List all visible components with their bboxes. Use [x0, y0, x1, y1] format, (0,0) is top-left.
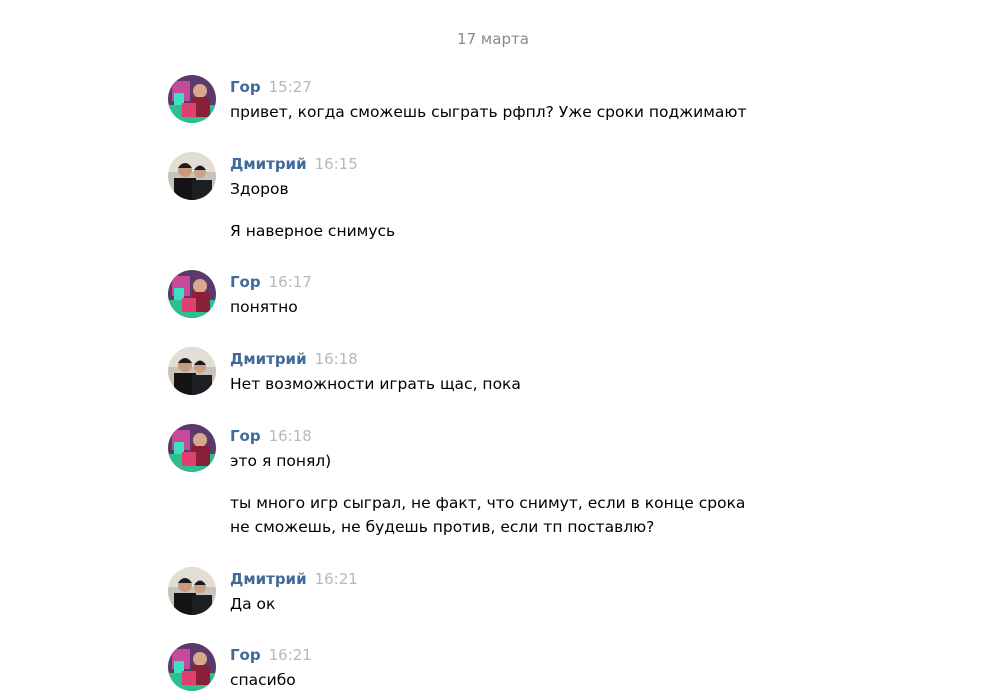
message-time[interactable]: 16:21: [315, 570, 358, 588]
message-line: понятно: [230, 298, 298, 316]
message-header: Дмитрий 16:18: [230, 349, 358, 369]
message-header: Гор 16:17: [230, 272, 312, 292]
user-photo-icon: [168, 567, 216, 615]
message-text: понятно: [230, 295, 298, 319]
user-photo-icon: [168, 424, 216, 472]
message-line: Да ок: [230, 595, 276, 613]
message-time[interactable]: 15:27: [269, 78, 312, 96]
author-name[interactable]: Дмитрий: [230, 350, 307, 368]
avatar[interactable]: [168, 75, 216, 123]
author-name[interactable]: Гор: [230, 78, 261, 96]
message-header: Дмитрий 16:21: [230, 569, 358, 589]
chat-history: 17 марта Гор 15:27 привет, когда сможешь …: [0, 0, 1000, 700]
avatar[interactable]: [168, 152, 216, 200]
author-name[interactable]: Гор: [230, 427, 261, 445]
user-photo-icon: [168, 270, 216, 318]
author-name[interactable]: Дмитрий: [230, 155, 307, 173]
user-photo-icon: [168, 347, 216, 395]
message-line: не сможешь, не будешь против, если тп по…: [230, 518, 655, 536]
avatar[interactable]: [168, 567, 216, 615]
message-header: Гор 15:27: [230, 77, 312, 97]
message-text: спасибо: [230, 668, 296, 692]
author-name[interactable]: Дмитрий: [230, 570, 307, 588]
message-time[interactable]: 16:17: [269, 273, 312, 291]
message-time[interactable]: 16:15: [315, 155, 358, 173]
message-text: Нет возможности играть щас, пока: [230, 372, 521, 396]
message-line: ты много игр сыграл, не факт, что снимут…: [230, 494, 746, 512]
message-time[interactable]: 16:21: [269, 646, 312, 664]
message-header: Гор 16:18: [230, 426, 312, 446]
message-line: Здоров: [230, 180, 289, 198]
user-photo-icon: [168, 643, 216, 691]
user-photo-icon: [168, 152, 216, 200]
message-line: привет, когда сможешь сыграть рфпл? Уже …: [230, 103, 747, 121]
message-header: Гор 16:21: [230, 645, 312, 665]
message-line: Я наверное снимусь: [230, 222, 396, 240]
message-line: спасибо: [230, 671, 296, 689]
avatar[interactable]: [168, 347, 216, 395]
message-line: Нет возможности играть щас, пока: [230, 375, 521, 393]
message-text: это я понял) ты много игр сыграл, не фак…: [230, 449, 745, 539]
message-text: Здоров Я наверное снимусь: [230, 177, 395, 243]
message-line: это я понял): [230, 452, 332, 470]
message-text: привет, когда сможешь сыграть рфпл? Уже …: [230, 100, 747, 124]
message-text: Да ок: [230, 592, 275, 616]
avatar[interactable]: [168, 270, 216, 318]
date-separator: 17 марта: [457, 30, 529, 48]
avatar[interactable]: [168, 643, 216, 691]
author-name[interactable]: Гор: [230, 646, 261, 664]
author-name[interactable]: Гор: [230, 273, 261, 291]
message-time[interactable]: 16:18: [315, 350, 358, 368]
message-time[interactable]: 16:18: [269, 427, 312, 445]
user-photo-icon: [168, 75, 216, 123]
avatar[interactable]: [168, 424, 216, 472]
message-header: Дмитрий 16:15: [230, 154, 358, 174]
